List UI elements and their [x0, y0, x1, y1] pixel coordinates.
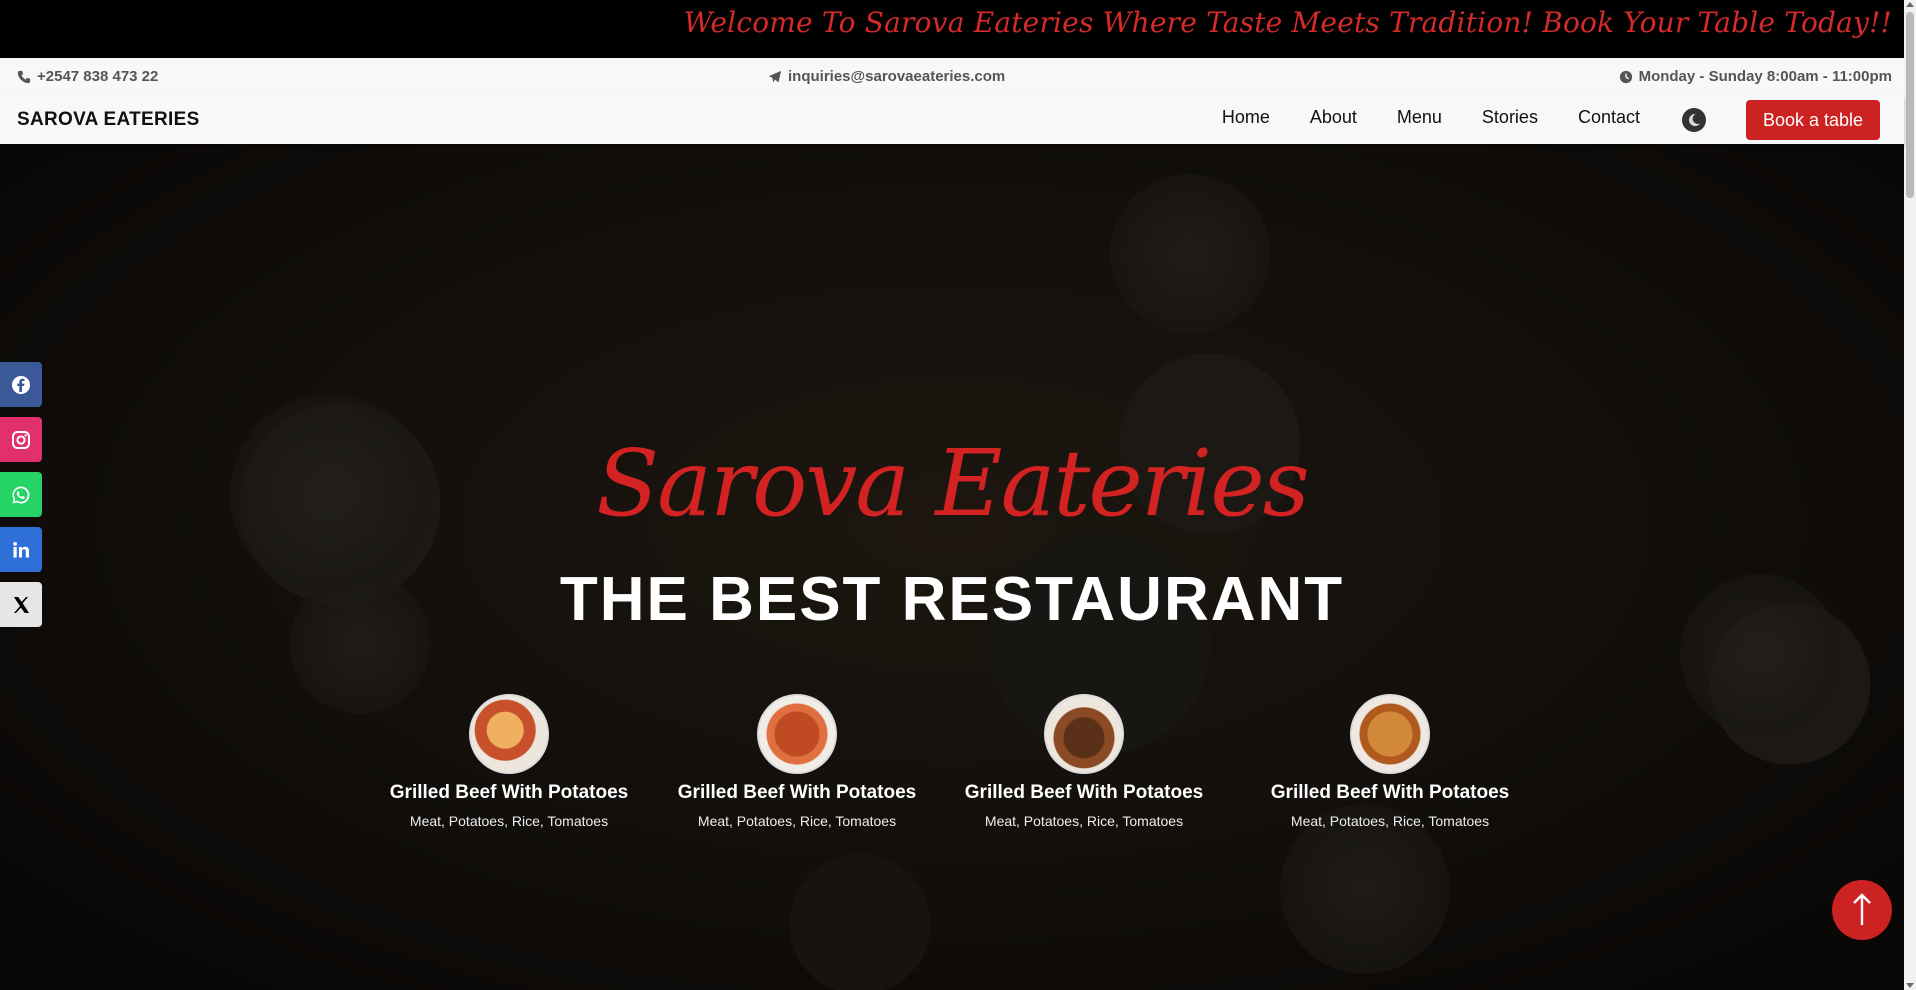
dish-image — [1350, 694, 1430, 774]
scroll-to-top-button[interactable] — [1832, 880, 1892, 940]
hero-content: Sarova Eateries THE BEST RESTAURANT Gril… — [0, 144, 1904, 990]
brand-logo[interactable]: SAROVA EATERIES — [17, 109, 200, 131]
hero-script-title: Sarova Eateries — [596, 430, 1310, 537]
dish-ingredients: Meat, Potatoes, Rice, Tomatoes — [697, 813, 897, 829]
x-icon — [14, 596, 29, 613]
dish-ingredients: Meat, Potatoes, Rice, Tomatoes — [409, 813, 609, 829]
linkedin-link[interactable] — [0, 527, 42, 572]
email-info: inquiries@sarovaeateries.com — [768, 68, 1005, 85]
email-address: inquiries@sarovaeateries.com — [788, 68, 1006, 85]
scroll-up-arrow-icon[interactable] — [1906, 2, 1914, 7]
dish-image — [757, 694, 837, 774]
nav-menu[interactable]: Menu — [1397, 107, 1442, 128]
nav-links: Home About Menu Stories Contact — [1222, 107, 1640, 128]
hero-heading: THE BEST RESTAURANT — [559, 565, 1345, 634]
instagram-link[interactable] — [0, 417, 42, 462]
dish-name: Grilled Beef With Potatoes — [677, 782, 917, 803]
phone-number: +2547 838 473 22 — [37, 68, 159, 85]
page-scrollbar[interactable] — [1904, 0, 1916, 990]
dish-image — [469, 694, 549, 774]
dish-name: Grilled Beef With Potatoes — [1270, 782, 1510, 803]
nav-contact[interactable]: Contact — [1578, 107, 1640, 128]
welcome-banner-text: Welcome To Sarova Eateries Where Taste M… — [683, 6, 1892, 39]
linkedin-icon — [13, 541, 29, 557]
facebook-link[interactable] — [0, 362, 42, 407]
whatsapp-icon — [12, 486, 30, 503]
dish-card[interactable]: Grilled Beef With Potatoes Meat, Potatoe… — [647, 694, 947, 829]
whatsapp-link[interactable] — [0, 472, 42, 517]
nav-about[interactable]: About — [1310, 107, 1357, 128]
book-table-button[interactable]: Book a table — [1746, 100, 1880, 140]
moon-icon — [1688, 113, 1701, 127]
dish-image — [1044, 694, 1124, 774]
clock-icon — [1619, 70, 1632, 83]
nav-home[interactable]: Home — [1222, 107, 1270, 128]
x-twitter-link[interactable] — [0, 582, 42, 627]
dish-ingredients: Meat, Potatoes, Rice, Tomatoes — [1290, 813, 1490, 829]
dish-name: Grilled Beef With Potatoes — [389, 782, 629, 803]
dish-name: Grilled Beef With Potatoes — [964, 782, 1204, 803]
scrollbar-thumb[interactable] — [1906, 12, 1914, 198]
social-sidebar — [0, 362, 42, 637]
dish-card[interactable]: Grilled Beef With Potatoes Meat, Potatoe… — [1240, 694, 1540, 829]
dish-ingredients: Meat, Potatoes, Rice, Tomatoes — [984, 813, 1184, 829]
instagram-icon — [12, 430, 30, 449]
phone-info: +2547 838 473 22 — [17, 68, 158, 85]
hero-section: Sarova Eateries THE BEST RESTAURANT Gril… — [0, 144, 1904, 990]
contact-info-bar: +2547 838 473 22 inquiries@sarovaeaterie… — [0, 58, 1904, 96]
phone-icon — [17, 70, 31, 83]
arrow-up-icon — [1853, 893, 1871, 925]
paper-plane-icon — [768, 70, 782, 82]
opening-hours: Monday - Sunday 8:00am - 11:00pm — [1638, 68, 1892, 85]
hours-info: Monday - Sunday 8:00am - 11:00pm — [1619, 68, 1892, 85]
nav-stories[interactable]: Stories — [1482, 107, 1538, 128]
theme-toggle-button[interactable] — [1682, 108, 1706, 132]
scroll-down-arrow-icon[interactable] — [1906, 983, 1914, 988]
facebook-icon — [12, 375, 30, 394]
dish-card[interactable]: Grilled Beef With Potatoes Meat, Potatoe… — [934, 694, 1234, 829]
welcome-banner: Welcome To Sarova Eateries Where Taste M… — [0, 0, 1904, 58]
main-navbar: SAROVA EATERIES Home About Menu Stories … — [0, 96, 1904, 144]
dish-card[interactable]: Grilled Beef With Potatoes Meat, Potatoe… — [359, 694, 659, 829]
